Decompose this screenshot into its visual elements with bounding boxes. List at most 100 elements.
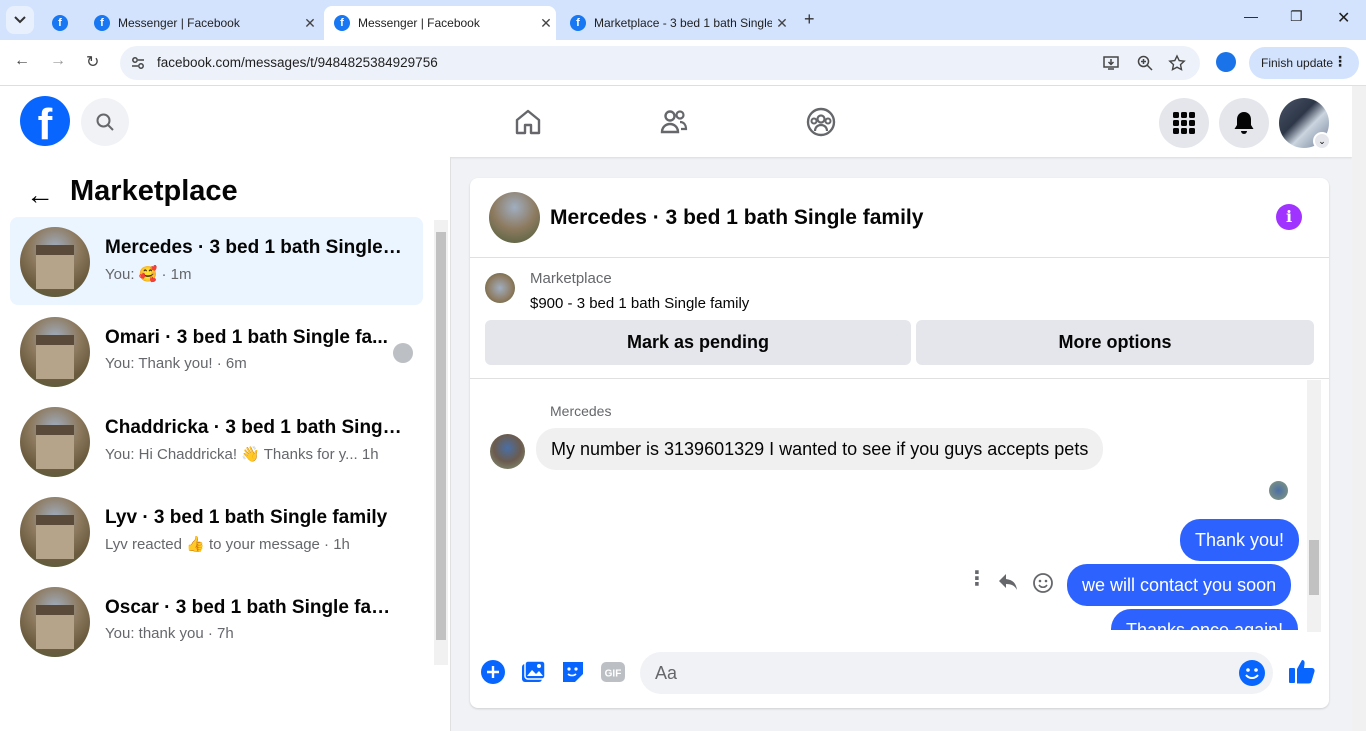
plus-circle-icon[interactable] bbox=[479, 658, 507, 686]
tab-search-button[interactable] bbox=[6, 6, 34, 34]
search-button[interactable] bbox=[81, 98, 129, 146]
read-receipt-avatar bbox=[1269, 481, 1288, 500]
page-scrollbar[interactable] bbox=[1352, 86, 1366, 731]
mark-as-pending-button[interactable]: Mark as pending bbox=[485, 320, 911, 365]
conversation-item[interactable]: Omari · 3 bed 1 bath Single fa... You: T… bbox=[10, 307, 423, 395]
conversation-list-panel: ← Marketplace Mercedes · 3 bed 1 bath Si… bbox=[0, 157, 451, 731]
finish-update-button[interactable]: Finish update ⋮ bbox=[1249, 47, 1359, 79]
close-tab-icon[interactable]: ✕ bbox=[300, 15, 320, 32]
browser-tab-strip: f f Messenger | Facebook ✕ f Messenger |… bbox=[0, 0, 1366, 40]
conversation-preview: You: thank you · 7h bbox=[105, 625, 234, 642]
chat-title[interactable]: Mercedes · 3 bed 1 bath Single family bbox=[550, 206, 923, 230]
conversation-preview: You: Hi Chaddricka! 👋 Thanks for y... 1h bbox=[105, 446, 379, 463]
incoming-message[interactable]: My number is 3139601329 I wanted to see … bbox=[536, 428, 1104, 470]
close-window-icon[interactable]: ✕ bbox=[1337, 8, 1350, 28]
tab-marketplace[interactable]: f Marketplace - 3 bed 1 bath Single ✕ bbox=[560, 6, 792, 40]
facebook-favicon-icon: f bbox=[52, 15, 68, 31]
scrollbar-thumb[interactable] bbox=[1309, 540, 1319, 595]
conversation-item[interactable]: Oscar · 3 bed 1 bath Single family You: … bbox=[10, 577, 423, 665]
more-vert-icon: ⋮ bbox=[1333, 53, 1347, 69]
more-options-button[interactable]: More options bbox=[916, 320, 1314, 365]
site-info-icon[interactable] bbox=[130, 55, 146, 71]
groups-icon bbox=[806, 107, 836, 137]
friends-nav[interactable] bbox=[656, 104, 692, 140]
bookmark-star-icon[interactable] bbox=[1168, 54, 1186, 72]
marketplace-label: Marketplace bbox=[530, 270, 612, 287]
account-avatar[interactable]: ⌄ bbox=[1279, 98, 1331, 150]
friends-icon bbox=[660, 110, 688, 134]
conversation-list-scrollbar[interactable] bbox=[434, 220, 448, 665]
conversation-item[interactable]: Lyv · 3 bed 1 bath Single family Lyv rea… bbox=[10, 487, 423, 575]
bell-icon bbox=[1234, 112, 1254, 134]
reply-icon[interactable] bbox=[997, 572, 1019, 592]
reload-icon[interactable]: ↻ bbox=[86, 52, 99, 72]
listing-price-title[interactable]: $900 - 3 bed 1 bath Single family bbox=[530, 295, 749, 312]
tab-messenger-1[interactable]: f Messenger | Facebook ✕ bbox=[84, 6, 320, 40]
address-bar[interactable]: facebook.com/messages/t/9484825384929756 bbox=[120, 46, 1200, 80]
outgoing-message[interactable]: Thank you! bbox=[1180, 519, 1300, 561]
facebook-logo-icon[interactable]: f bbox=[20, 96, 70, 146]
tab-messenger-2[interactable]: f Messenger | Facebook ✕ bbox=[324, 6, 556, 40]
chevron-down-icon: ⌄ bbox=[1313, 132, 1331, 150]
groups-nav[interactable] bbox=[803, 104, 839, 140]
outgoing-message[interactable]: Thanks once again! bbox=[1111, 609, 1299, 630]
scrollbar-thumb[interactable] bbox=[436, 232, 446, 640]
conversation-item[interactable]: Mercedes · 3 bed 1 bath Single f... You:… bbox=[10, 217, 423, 305]
new-tab-button[interactable]: + bbox=[804, 9, 815, 30]
home-nav[interactable] bbox=[510, 104, 546, 140]
notifications-button[interactable] bbox=[1219, 98, 1269, 148]
apps-grid-icon bbox=[1173, 112, 1195, 134]
conversation-preview: You: Thank you! · 6m bbox=[105, 355, 247, 372]
facebook-favicon-icon: f bbox=[334, 15, 350, 31]
chevron-down-icon bbox=[14, 16, 26, 24]
search-icon bbox=[96, 113, 114, 131]
listing-card: Marketplace $900 - 3 bed 1 bath Single f… bbox=[470, 259, 1329, 379]
conversation-item[interactable]: Chaddricka · 3 bed 1 bath Single ... You… bbox=[10, 397, 423, 485]
gif-icon[interactable]: GIF bbox=[599, 658, 627, 686]
zoom-icon[interactable] bbox=[1136, 54, 1154, 72]
more-actions-icon[interactable]: ⋮ bbox=[967, 566, 987, 591]
photo-icon[interactable] bbox=[519, 658, 547, 686]
message-composer: GIF Aa bbox=[470, 640, 1329, 708]
sticker-icon[interactable] bbox=[559, 658, 587, 686]
listing-thumbnail[interactable] bbox=[489, 192, 540, 243]
conversation-name: Chaddricka · 3 bed 1 bath Single ... bbox=[105, 417, 405, 438]
page-title: Marketplace bbox=[70, 175, 238, 207]
thumbs-up-icon[interactable] bbox=[1287, 656, 1317, 686]
back-arrow-icon[interactable]: ← bbox=[26, 179, 54, 211]
message-placeholder: Aa bbox=[655, 663, 678, 683]
listing-thumbnail bbox=[20, 587, 90, 657]
facebook-favicon-icon: f bbox=[94, 15, 110, 31]
forward-arrow-icon[interactable]: → bbox=[50, 52, 66, 70]
back-arrow-icon[interactable]: ← bbox=[14, 52, 30, 70]
chat-header: Mercedes · 3 bed 1 bath Single family i bbox=[470, 178, 1329, 258]
info-icon[interactable]: i bbox=[1276, 204, 1302, 230]
close-tab-icon[interactable]: ✕ bbox=[536, 15, 556, 32]
conversation-name: Oscar · 3 bed 1 bath Single family bbox=[105, 597, 405, 618]
menu-button[interactable] bbox=[1159, 98, 1209, 148]
conversation-preview: Lyv reacted 👍 to your message · 1h bbox=[105, 536, 350, 553]
close-tab-icon[interactable]: ✕ bbox=[772, 15, 792, 32]
svg-text:GIF: GIF bbox=[605, 669, 622, 680]
sender-name: Mercedes bbox=[550, 403, 612, 419]
message-input[interactable]: Aa bbox=[640, 652, 1273, 694]
listing-thumbnail bbox=[20, 407, 90, 477]
message-thread: Mercedes My number is 3139601329 I wante… bbox=[470, 380, 1315, 630]
pinned-tab-facebook[interactable]: f bbox=[44, 6, 76, 40]
conversation-preview: You: 🥰 · 1m bbox=[105, 266, 192, 283]
conversation-name: Lyv · 3 bed 1 bath Single family bbox=[105, 507, 388, 528]
facebook-favicon-icon: f bbox=[570, 15, 586, 31]
conversation-name: Mercedes · 3 bed 1 bath Single f... bbox=[105, 237, 405, 258]
install-app-icon[interactable] bbox=[1102, 54, 1120, 72]
minimize-icon[interactable]: — bbox=[1244, 8, 1258, 24]
thread-scrollbar[interactable] bbox=[1307, 380, 1321, 632]
profile-icon[interactable] bbox=[1216, 52, 1236, 72]
outgoing-message[interactable]: we will contact you soon bbox=[1067, 564, 1292, 606]
react-emoji-icon[interactable] bbox=[1032, 572, 1054, 594]
restore-icon[interactable]: ❐ bbox=[1290, 8, 1303, 25]
facebook-header: f ⌄ bbox=[0, 86, 1352, 157]
listing-thumbnail bbox=[485, 273, 515, 303]
emoji-icon[interactable] bbox=[1239, 660, 1265, 686]
conversation-name: Omari · 3 bed 1 bath Single fa... bbox=[105, 327, 388, 348]
url-text: facebook.com/messages/t/9484825384929756 bbox=[157, 55, 438, 70]
